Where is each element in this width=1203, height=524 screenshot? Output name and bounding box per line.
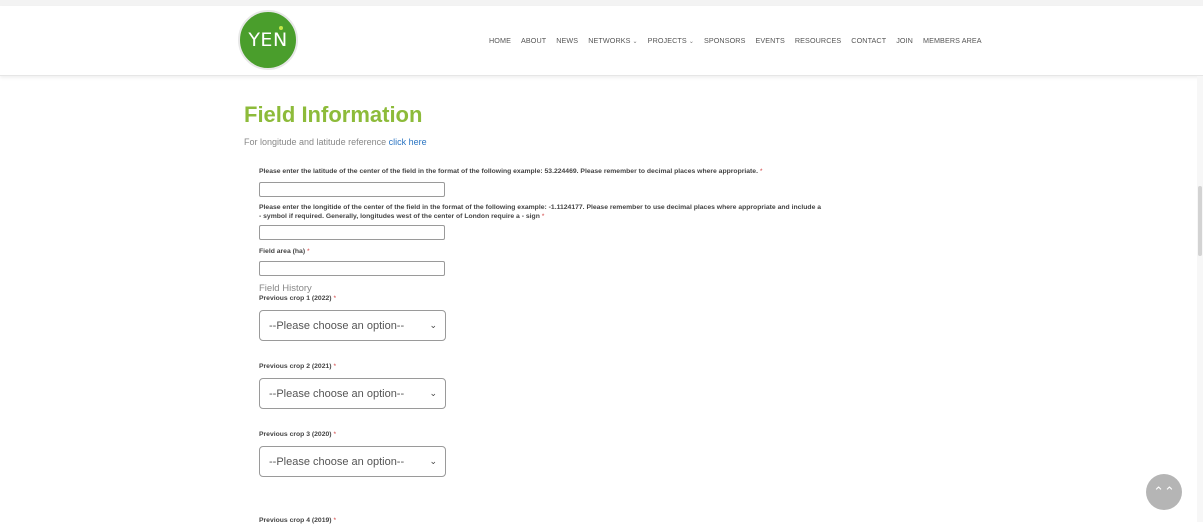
crop3-label: Previous crop 3 (2020) * [259,430,959,439]
nav-label: PROJECTS [647,36,687,45]
field-area-label: Field area (ha) * [259,247,959,256]
nav-label: SPONSORS [703,36,746,45]
nav-label: NETWORKS [588,36,631,45]
required-mark: * [333,295,337,302]
nav-item-home[interactable]: HOME [489,36,511,45]
back-to-top-button[interactable]: ⌃⌃ [1146,474,1182,510]
crop3-select[interactable]: --Please choose an option-- ⌄ [259,446,446,477]
intro-text: For longitude and latitude reference cli… [244,137,964,147]
nav-item-events[interactable]: EVENTS [756,36,785,45]
logo-text: YEN [248,29,288,51]
chevron-down-icon: ⌄ [429,456,437,466]
double-chevron-up-icon: ⌃⌃ [1153,484,1175,499]
field-area-input[interactable] [259,261,445,276]
chevron-down-icon: ⌄ [688,39,694,45]
crop1-label: Previous crop 1 (2022) * [259,294,959,303]
required-mark: * [333,431,337,438]
crop2-label-text: Previous crop 2 (2021) [259,363,332,370]
nav-item-members-area[interactable]: MEMBERS AREA [923,36,982,45]
nav-label: CONTACT [851,36,887,45]
crop1-selected-value: --Please choose an option-- [269,319,405,332]
crop1-label-text: Previous crop 1 (2022) [259,295,332,302]
nav-label: NEWS [556,36,579,45]
intro-label: For longitude and latitude reference [244,137,387,147]
crop4-label: Previous crop 4 (2019) * [259,517,336,524]
nav-label: JOIN [896,36,913,45]
nav-item-networks[interactable]: NETWORKS ⌄ [588,36,637,45]
scrollbar-thumb[interactable] [1198,186,1202,256]
latitude-label: Please enter the latitude of the center … [259,167,959,176]
nav-label: EVENTS [755,36,785,45]
page-scrollbar[interactable] [1197,76,1203,522]
latitude-label-text: Please enter the latitude of the center … [259,168,758,175]
crop4-label-text: Previous crop 4 (2019) [259,517,332,524]
longitude-label: Please enter the longitide of the center… [259,203,959,221]
nav-label: MEMBERS AREA [922,36,982,45]
crop2-selected-value: --Please choose an option-- [269,387,405,400]
nav-item-contact[interactable]: CONTACT [851,36,886,45]
crop1-select[interactable]: --Please choose an option-- ⌄ [259,310,446,341]
nav-item-resources[interactable]: RESOURCES [795,36,841,45]
reference-link[interactable]: click here [389,137,427,147]
crop3-selected-value: --Please choose an option-- [269,455,405,468]
chevron-down-icon: ⌄ [632,39,638,45]
required-mark: * [306,248,310,255]
main-nav: HOME ABOUT NEWS NETWORKS ⌄ PROJECTS ⌄ SPON… [489,36,992,45]
required-mark: * [333,517,337,524]
nav-item-about[interactable]: ABOUT [521,36,546,45]
nav-label: RESOURCES [794,36,842,45]
logo-dot-icon [279,26,283,30]
latitude-input[interactable] [259,182,445,197]
site-header: YEN HOME ABOUT NEWS NETWORKS ⌄ PROJECTS ⌄ … [0,6,1203,76]
yen-logo[interactable]: YEN [238,10,298,70]
required-mark: * [333,363,337,370]
field-history-heading: Field History [259,283,312,294]
page-title: Field Information [244,102,423,127]
field-form: Please enter the latitude of the center … [259,167,959,477]
chevron-down-icon: ⌄ [429,388,437,398]
nav-label: ABOUT [520,36,547,45]
nav-item-projects[interactable]: PROJECTS ⌄ [648,36,694,45]
nav-item-news[interactable]: NEWS [556,36,578,45]
chevron-down-icon: ⌄ [429,320,437,330]
field-area-label-text: Field area (ha) [259,248,306,255]
crop3-label-text: Previous crop 3 (2020) [259,431,332,438]
crop2-select[interactable]: --Please choose an option-- ⌄ [259,378,446,409]
nav-label: HOME [489,36,511,45]
nav-item-join[interactable]: JOIN [896,36,913,45]
page-content: Field Information For longitude and lati… [244,100,964,147]
longitude-label-line2: - symbol if required. Generally, longitu… [259,213,540,220]
required-mark: * [759,168,763,175]
longitude-input[interactable] [259,225,445,240]
required-mark: * [541,213,545,220]
crop2-label: Previous crop 2 (2021) * [259,362,959,371]
nav-item-sponsors[interactable]: SPONSORS [704,36,746,45]
longitude-label-line1: Please enter the longitide of the center… [259,204,822,211]
